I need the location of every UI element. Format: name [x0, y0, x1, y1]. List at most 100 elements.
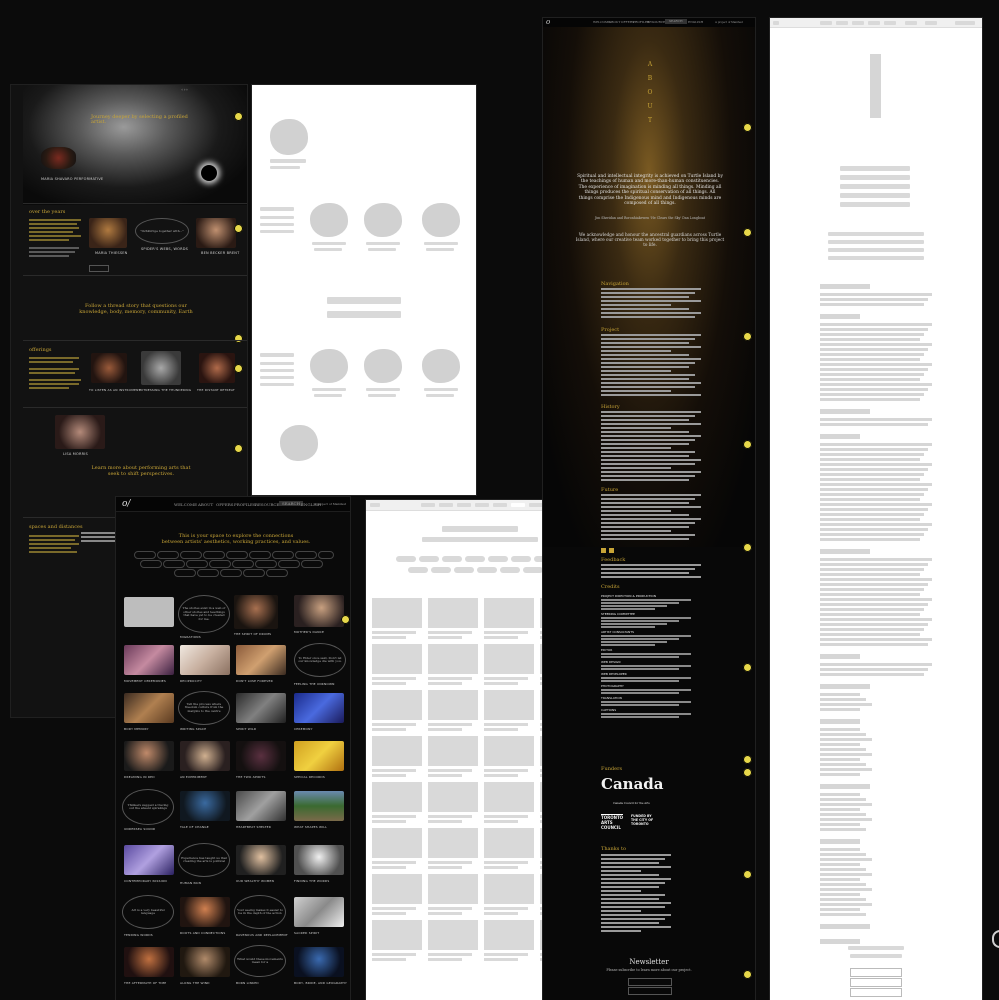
text-line	[601, 922, 659, 924]
nav-dot-icon[interactable]	[743, 332, 752, 341]
nav-about[interactable]: ABOUT	[609, 20, 620, 25]
placeholder-text	[820, 883, 866, 886]
nav-dot-icon[interactable]	[743, 768, 752, 777]
offering-thumb-1[interactable]	[91, 353, 127, 383]
card-caption: SACRED SPIRIT	[294, 931, 320, 935]
profile-card[interactable]	[294, 595, 344, 627]
placeholder-text	[426, 248, 454, 251]
nav-offers[interactable]: OFFERS	[216, 502, 234, 507]
placeholder-text	[260, 216, 294, 219]
nav-dot-icon[interactable]	[743, 228, 752, 237]
nav-dot-icon[interactable]	[743, 123, 752, 132]
artist-photo-red[interactable]	[41, 147, 76, 169]
nav-dot-icon[interactable]	[234, 334, 243, 343]
social-icons[interactable]	[601, 548, 617, 553]
spaces-heading: spaces and distances	[29, 524, 83, 530]
artist-thumb-3[interactable]	[196, 218, 236, 248]
profile-card[interactable]	[236, 845, 286, 875]
nav-resources[interactable]: RESOURCES	[255, 502, 282, 507]
text-line	[601, 568, 695, 570]
text-line	[601, 677, 691, 679]
hero-caption: MARIA SHAVARO PERFORMATIVE	[41, 177, 104, 181]
profile-card[interactable]	[124, 645, 174, 675]
placeholder-text	[820, 773, 860, 776]
nav-dot-icon[interactable]	[234, 112, 243, 121]
placeholder-text	[428, 912, 462, 915]
spaces-body	[29, 535, 81, 553]
placeholder-text	[820, 298, 928, 301]
language-select[interactable]: ENGLISH	[688, 20, 703, 25]
logo-icon[interactable]: o	[546, 18, 550, 26]
nav-dot-icon[interactable]	[743, 663, 752, 672]
profile-card[interactable]	[180, 897, 230, 927]
byline[interactable]: A project of Manifest	[314, 502, 346, 507]
placeholder-text	[820, 383, 932, 386]
profile-card[interactable]	[124, 947, 174, 977]
placeholder-text	[820, 588, 924, 591]
artist-thumb-1[interactable]	[89, 218, 127, 248]
nav-welcome[interactable]: WELCOME	[174, 502, 197, 507]
placeholder-text	[820, 568, 924, 571]
pager[interactable]	[89, 265, 109, 272]
placeholder-text	[820, 818, 872, 821]
placeholder-text	[820, 323, 932, 326]
profile-card[interactable]	[294, 897, 344, 927]
placeholder-text	[820, 888, 872, 891]
placeholder-text	[484, 636, 518, 639]
email-field[interactable]	[628, 987, 672, 995]
nav-dot-icon[interactable]	[234, 444, 243, 453]
placeholder-text	[820, 798, 866, 801]
profile-card[interactable]	[294, 693, 344, 723]
nav-about[interactable]: ABOUT	[198, 502, 213, 507]
profile-card[interactable]	[124, 741, 174, 771]
profile-card[interactable]	[124, 597, 174, 627]
profile-card[interactable]	[294, 791, 344, 821]
top-link[interactable]: ◦◦◦	[181, 87, 188, 92]
nav-welcome[interactable]: WELCOME	[593, 20, 610, 25]
nav-dot-icon[interactable]	[743, 870, 752, 879]
profile-card[interactable]	[180, 645, 230, 675]
text-line	[601, 910, 641, 912]
nav-dot-icon[interactable]	[234, 364, 243, 373]
tag-filter[interactable]	[134, 551, 334, 579]
profile-card[interactable]	[124, 693, 174, 723]
nav-dot-icon[interactable]	[234, 224, 243, 233]
card-caption: FEELING THE UNKNOWN	[294, 682, 335, 686]
placeholder-text	[484, 677, 528, 680]
placeholder-text	[484, 682, 518, 685]
profile-card[interactable]	[294, 741, 344, 771]
offering-thumb-3[interactable]	[199, 353, 235, 383]
newsletter-input[interactable]	[850, 988, 902, 997]
profile-card[interactable]	[234, 595, 278, 629]
text-line	[601, 435, 701, 437]
hero-image	[23, 85, 247, 205]
offering-thumb-2[interactable]	[141, 351, 181, 385]
placeholder-card	[428, 690, 478, 720]
placeholder-text	[426, 394, 454, 397]
profile-card[interactable]	[236, 741, 286, 771]
search-input[interactable]: SEARCH	[665, 19, 687, 24]
profile-card[interactable]	[236, 645, 286, 675]
profile-card[interactable]	[236, 791, 286, 821]
nav-dot-icon[interactable]	[743, 970, 752, 979]
nav-dot-icon[interactable]	[743, 755, 752, 764]
canada-council-logo: Canada Council for the Arts	[613, 802, 650, 805]
logo-icon[interactable]: o/	[122, 499, 130, 509]
profile-card[interactable]	[236, 693, 286, 723]
profile-card[interactable]	[294, 947, 344, 977]
newsletter-input[interactable]	[850, 978, 902, 987]
byline[interactable]: A project of Manifest	[715, 20, 743, 25]
profile-card[interactable]	[294, 845, 344, 875]
search-input[interactable]: SEARCH	[279, 501, 304, 506]
newsletter-input[interactable]	[850, 968, 902, 977]
nav-dot-icon[interactable]	[743, 440, 752, 449]
profile-card[interactable]	[124, 845, 174, 875]
nav-dot-icon[interactable]	[743, 543, 752, 552]
nav-dot-icon[interactable]	[341, 615, 350, 624]
nav-profiles[interactable]: PROFILES	[234, 502, 256, 507]
profile-card[interactable]	[180, 791, 230, 821]
email-field[interactable]	[628, 978, 672, 986]
profile-card[interactable]	[180, 947, 230, 977]
offering-thumb-4[interactable]	[55, 415, 105, 449]
profile-card[interactable]	[180, 741, 230, 771]
